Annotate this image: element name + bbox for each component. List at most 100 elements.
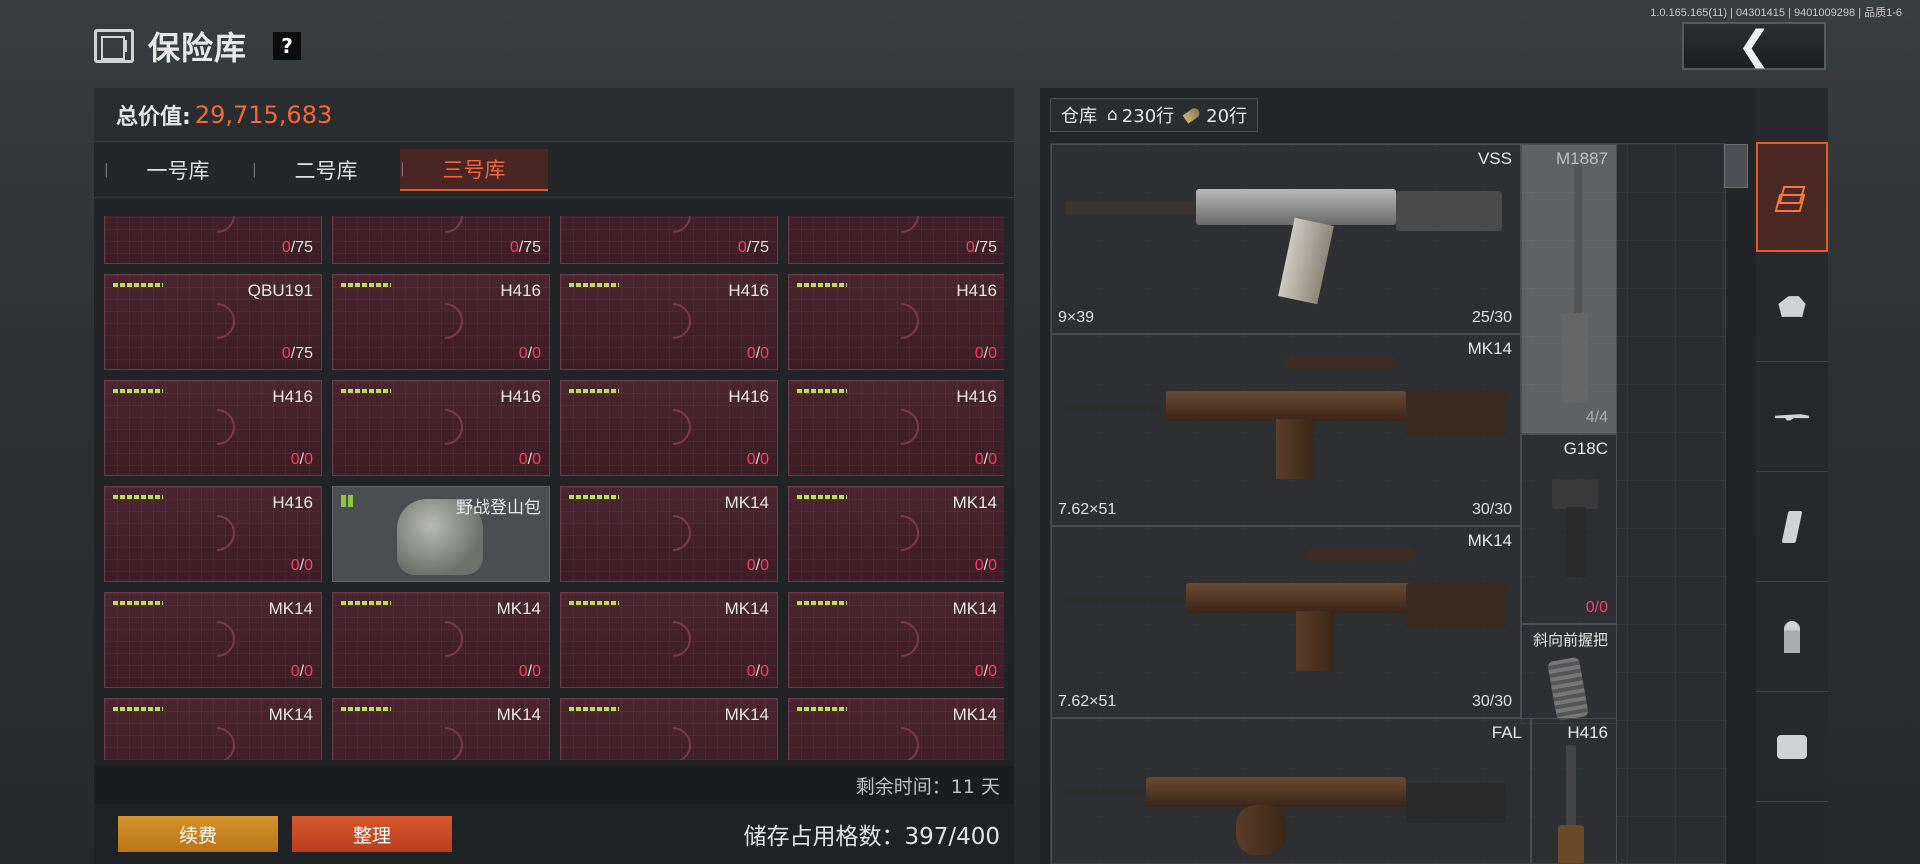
quality-marker xyxy=(797,389,847,393)
vault-grid: 0/75 0/75 0/75 0/75 QBU191 0/75 H416 0/0 H416 0/0… xyxy=(104,216,1004,760)
warehouse-item-angled-foregrip[interactable]: 斜向前握把 xyxy=(1521,624,1617,724)
quality-marker xyxy=(113,389,163,393)
arc-decor xyxy=(647,613,699,665)
vault-weapon-cell[interactable]: 0/75 xyxy=(104,216,322,264)
arc-decor xyxy=(419,401,471,453)
category-magazines[interactable] xyxy=(1756,472,1828,582)
quality-marker xyxy=(113,707,163,711)
vault-weapon-cell[interactable]: MK14 0/0 xyxy=(788,486,1004,582)
vault-weapon-cell[interactable]: H416 0/0 xyxy=(332,274,550,370)
arc-decor xyxy=(419,216,471,241)
vss-image xyxy=(1066,161,1506,311)
mk14-image xyxy=(1066,547,1506,697)
category-ammo[interactable] xyxy=(1756,582,1828,692)
cell-ammo: 0/0 xyxy=(290,451,313,468)
category-gear[interactable] xyxy=(1756,252,1828,362)
item-ammo: 4/4 xyxy=(1585,409,1608,426)
quality-marker xyxy=(569,495,619,499)
vault-weapon-cell[interactable]: H416 0/0 xyxy=(560,274,778,370)
ammo-icon xyxy=(1182,106,1202,124)
sort-button[interactable]: 整理 xyxy=(292,816,452,852)
warehouse-item-mk14[interactable]: MK14 7.62×51 30/30 xyxy=(1051,334,1521,526)
warehouse-grid: VSS 9×39 25/30 M1887 4/4 MK14 7.62×51 30… xyxy=(1050,143,1726,864)
cell-name: MK14 xyxy=(268,599,313,618)
vault-weapon-cell[interactable]: H416 0/0 xyxy=(104,380,322,476)
cell-name: H416 xyxy=(956,387,997,406)
vault-weapon-cell[interactable]: MK14 xyxy=(560,698,778,760)
mk14-image xyxy=(1066,355,1506,505)
vault-weapon-cell[interactable]: MK14 xyxy=(788,698,1004,760)
arc-decor xyxy=(875,719,927,760)
warehouse-item-h416[interactable]: H416 xyxy=(1531,718,1617,863)
total-value: 29,715,683 xyxy=(194,100,333,129)
cell-name: H416 xyxy=(728,387,769,406)
cell-name: MK14 xyxy=(724,493,769,512)
tab-vault-2[interactable]: 二号库 xyxy=(252,149,400,191)
safe-icon xyxy=(94,29,134,63)
warehouse-item-fal[interactable]: FAL xyxy=(1051,718,1531,863)
vault-item-cell[interactable]: 野战登山包 xyxy=(332,486,550,582)
arc-decor xyxy=(191,216,243,241)
vault-weapon-cell[interactable]: H416 0/0 xyxy=(560,380,778,476)
warehouse-item-mk14[interactable]: MK14 7.62×51 30/30 xyxy=(1051,526,1521,718)
vault-weapon-cell[interactable]: MK14 0/0 xyxy=(104,592,322,688)
arc-decor xyxy=(647,507,699,559)
vault-weapon-cell[interactable]: H416 0/0 xyxy=(332,380,550,476)
cell-ammo: 0/0 xyxy=(746,345,769,362)
vault-weapon-cell[interactable]: MK14 xyxy=(104,698,322,760)
help-button[interactable]: ? xyxy=(273,32,302,60)
vault-weapon-cell[interactable]: 0/75 xyxy=(788,216,1004,264)
vault-weapon-cell[interactable]: MK14 0/0 xyxy=(560,486,778,582)
category-sights[interactable] xyxy=(1756,692,1828,802)
category-all[interactable] xyxy=(1756,142,1828,252)
remaining-time: 剩余时间：11 天 xyxy=(94,766,1014,804)
arc-decor xyxy=(191,719,243,760)
tab-vault-1[interactable]: 一号库 xyxy=(104,149,252,191)
renew-button[interactable]: 续费 xyxy=(118,816,278,852)
back-button[interactable]: ❮ xyxy=(1682,22,1826,70)
ammo-rows: 20行 xyxy=(1206,106,1248,127)
warehouse-item-m1887[interactable]: M1887 4/4 xyxy=(1521,144,1617,434)
vault-weapon-cell[interactable]: MK14 0/0 xyxy=(560,592,778,688)
item-name: 斜向前握把 xyxy=(1532,632,1608,649)
quality-marker xyxy=(797,495,847,499)
vault-weapon-cell[interactable]: H416 0/0 xyxy=(788,274,1004,370)
cell-ammo: 0/0 xyxy=(746,663,769,680)
warehouse-item-g18c[interactable]: G18C 0/0 xyxy=(1521,434,1617,624)
foregrip-image xyxy=(1547,656,1592,722)
quality-marker xyxy=(113,495,163,499)
cell-name: 野战登山包 xyxy=(456,498,541,517)
sight-icon xyxy=(1777,734,1807,759)
cell-ammo: 0/0 xyxy=(974,663,997,680)
vault-weapon-cell[interactable]: 0/75 xyxy=(332,216,550,264)
h416-image xyxy=(1556,745,1592,863)
arc-decor xyxy=(647,216,699,241)
cell-ammo: 0/0 xyxy=(290,663,313,680)
warehouse-scrollbar[interactable] xyxy=(1724,144,1748,188)
item-ammo: 25/30 xyxy=(1471,309,1512,326)
chevron-left-icon: ❮ xyxy=(1737,23,1771,69)
vault-weapon-cell[interactable]: 0/75 xyxy=(560,216,778,264)
item-name: MK14 xyxy=(1467,339,1512,358)
arc-decor xyxy=(419,295,471,347)
arc-decor xyxy=(191,401,243,453)
vault-weapon-cell[interactable]: MK14 0/0 xyxy=(788,592,1004,688)
cell-name: MK14 xyxy=(496,705,541,724)
cell-name: H416 xyxy=(272,493,313,512)
vault-weapon-cell[interactable]: H416 0/0 xyxy=(788,380,1004,476)
arc-decor xyxy=(875,216,927,241)
vault-weapon-cell[interactable]: QBU191 0/75 xyxy=(104,274,322,370)
vault-weapon-cell[interactable]: H416 0/0 xyxy=(104,486,322,582)
arc-decor xyxy=(191,507,243,559)
warehouse-item-vss[interactable]: VSS 9×39 25/30 xyxy=(1051,144,1521,334)
arc-decor xyxy=(419,719,471,760)
tab-vault-3[interactable]: 三号库 xyxy=(400,148,548,191)
cell-name: MK14 xyxy=(268,705,313,724)
item-name: H416 xyxy=(1567,723,1608,742)
vault-weapon-cell[interactable]: MK14 0/0 xyxy=(332,592,550,688)
cell-name: H416 xyxy=(500,281,541,300)
category-weapons[interactable] xyxy=(1756,362,1828,472)
vault-weapon-cell[interactable]: MK14 xyxy=(332,698,550,760)
cell-name: QBU191 xyxy=(247,281,313,300)
arc-decor xyxy=(647,719,699,760)
